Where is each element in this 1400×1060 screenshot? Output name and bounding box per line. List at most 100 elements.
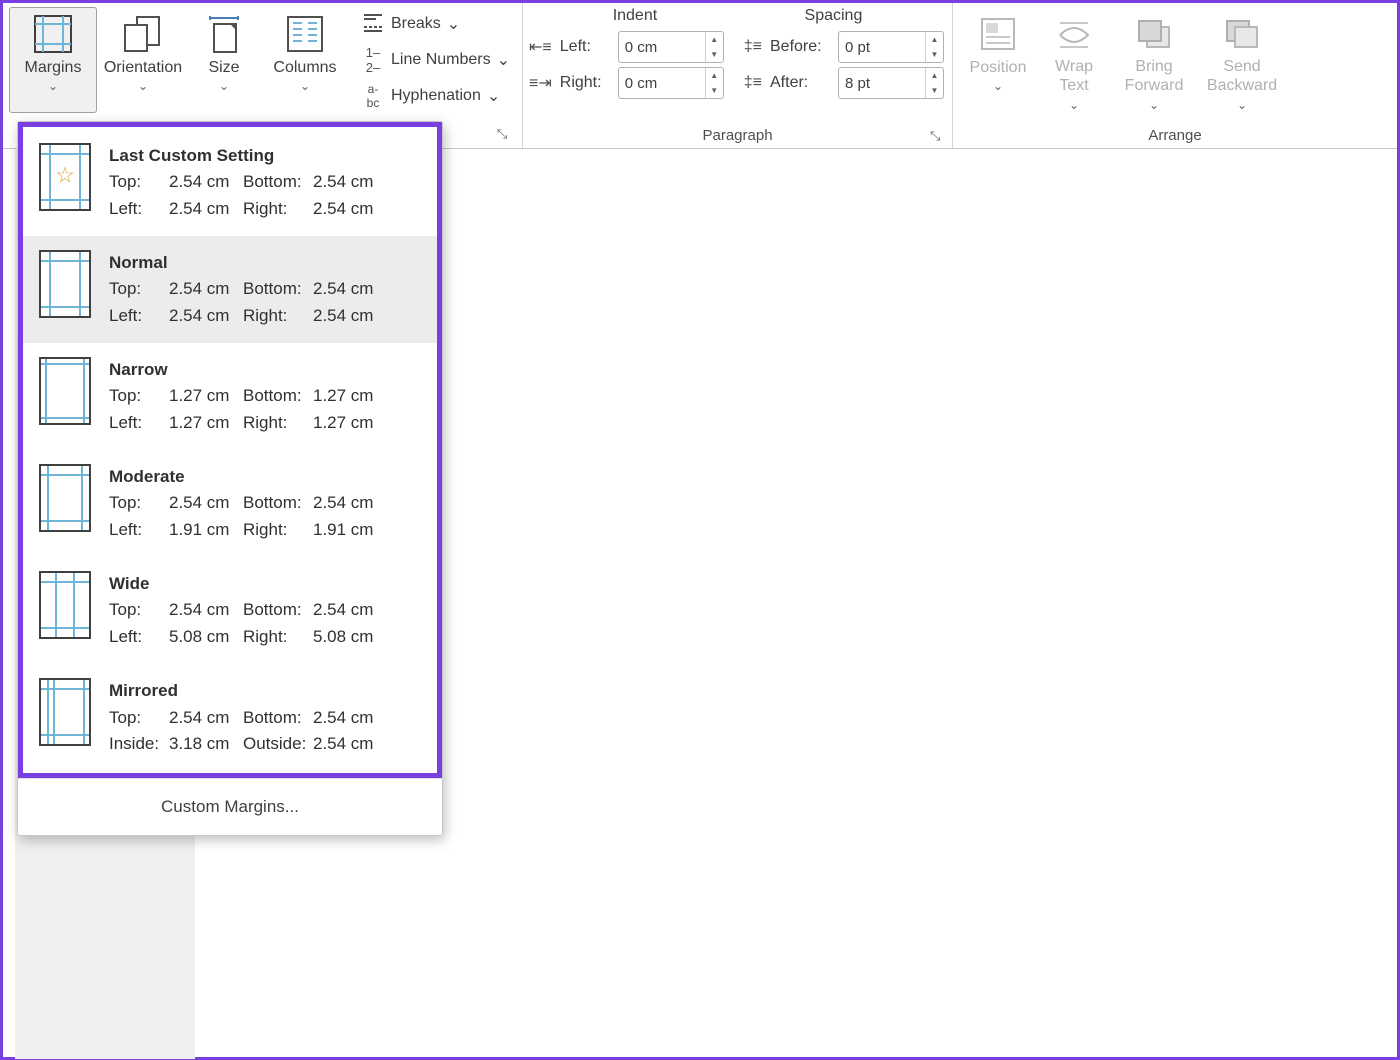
space-after-input[interactable] xyxy=(839,75,909,92)
spin-up-icon[interactable]: ▲ xyxy=(706,32,723,47)
chevron-down-icon: ⌄ xyxy=(300,79,310,93)
indent-header: Indent xyxy=(613,7,657,25)
margin-left-label: Inside: xyxy=(109,731,167,757)
breaks-button[interactable]: Breaks ⌄ xyxy=(355,7,516,41)
hyphenation-button[interactable]: a-bc Hyphenation ⌄ xyxy=(355,79,516,113)
margin-option-title: Wide xyxy=(109,571,421,597)
columns-button[interactable]: Columns ⌄ xyxy=(261,7,349,113)
margin-left-value: 3.18 cm xyxy=(169,731,241,757)
margin-option-title: Normal xyxy=(109,250,421,276)
custom-margins-item[interactable]: Custom Margins... xyxy=(18,778,442,835)
hyphenation-label: Hyphenation xyxy=(391,87,481,105)
margin-preset-icon xyxy=(39,143,91,211)
before-label: Before: xyxy=(770,38,830,56)
spin-up-icon[interactable]: ▲ xyxy=(926,68,943,83)
spin-down-icon[interactable]: ▼ xyxy=(706,83,723,98)
space-before-spinner[interactable]: ▲▼ xyxy=(838,31,944,63)
margin-bottom-label: Bottom: xyxy=(243,169,311,195)
margin-option-mirrored[interactable]: Mirrored Top:2.54 cmBottom:2.54 cm Insid… xyxy=(23,664,437,771)
size-button[interactable]: Size ⌄ xyxy=(189,7,259,113)
margin-right-value: 1.91 cm xyxy=(313,517,383,543)
margin-top-value: 2.54 cm xyxy=(169,705,241,731)
margin-option-normal[interactable]: Normal Top:2.54 cmBottom:2.54 cm Left:2.… xyxy=(23,236,437,343)
margins-dropdown: Last Custom Setting Top:2.54 cmBottom:2.… xyxy=(17,121,443,836)
indent-left-icon: ⇤≡ xyxy=(529,37,552,57)
margin-bottom-label: Bottom: xyxy=(243,490,311,516)
space-after-icon: ‡≡ xyxy=(744,74,762,92)
margins-icon xyxy=(23,14,83,54)
space-after-spinner[interactable]: ▲▼ xyxy=(838,67,944,99)
margin-left-value: 2.54 cm xyxy=(169,196,241,222)
wrap-text-icon xyxy=(1044,14,1104,53)
position-icon xyxy=(968,14,1028,54)
orientation-label: Orientation xyxy=(104,58,182,77)
margin-preset-icon xyxy=(39,250,91,318)
margin-preset-icon xyxy=(39,678,91,746)
margin-bottom-label: Bottom: xyxy=(243,597,311,623)
columns-label: Columns xyxy=(273,58,336,77)
bring-forward-button[interactable]: Bring Forward ⌄ xyxy=(1111,7,1197,113)
indent-left-spinner[interactable]: ▲▼ xyxy=(618,31,724,63)
spin-up-icon[interactable]: ▲ xyxy=(706,68,723,83)
wrap-text-button[interactable]: Wrap Text ⌄ xyxy=(1039,7,1109,113)
margin-top-value: 2.54 cm xyxy=(169,169,241,195)
margin-option-title: Mirrored xyxy=(109,678,421,704)
margin-right-value: 1.27 cm xyxy=(313,410,383,436)
margin-top-value: 2.54 cm xyxy=(169,597,241,623)
line-numbers-label: Line Numbers xyxy=(391,51,491,69)
margin-option-narrow[interactable]: Narrow Top:1.27 cmBottom:1.27 cm Left:1.… xyxy=(23,343,437,450)
spin-down-icon[interactable]: ▼ xyxy=(926,47,943,62)
indent-right-spinner[interactable]: ▲▼ xyxy=(618,67,724,99)
dialog-launcher-icon[interactable]: ⤡ xyxy=(494,126,510,142)
columns-icon xyxy=(275,14,335,54)
chevron-down-icon: ⌄ xyxy=(447,14,460,34)
left-label: Left: xyxy=(560,38,610,56)
margin-bottom-label: Bottom: xyxy=(243,705,311,731)
group-arrange: Position ⌄ Wrap Text ⌄ Bring Forward ⌄ xyxy=(953,3,1397,148)
margin-left-label: Left: xyxy=(109,517,167,543)
spin-down-icon[interactable]: ▼ xyxy=(926,83,943,98)
margins-button[interactable]: Margins ⌄ xyxy=(9,7,97,113)
space-before-icon: ‡≡ xyxy=(744,38,762,56)
chevron-down-icon: ⌄ xyxy=(48,79,58,93)
spin-down-icon[interactable]: ▼ xyxy=(706,47,723,62)
margin-right-value: 2.54 cm xyxy=(313,196,383,222)
chevron-down-icon: ⌄ xyxy=(219,79,229,93)
margin-option-moderate[interactable]: Moderate Top:2.54 cmBottom:2.54 cm Left:… xyxy=(23,450,437,557)
margin-right-label: Right: xyxy=(243,624,311,650)
margin-left-label: Left: xyxy=(109,410,167,436)
margin-right-label: Right: xyxy=(243,303,311,329)
chevron-down-icon: ⌄ xyxy=(993,79,1003,93)
margin-right-value: 2.54 cm xyxy=(313,731,383,757)
breaks-icon xyxy=(361,11,385,38)
spin-up-icon[interactable]: ▲ xyxy=(926,32,943,47)
indent-left-input[interactable] xyxy=(619,39,689,56)
position-button[interactable]: Position ⌄ xyxy=(959,7,1037,113)
spacing-header: Spacing xyxy=(805,7,863,25)
margin-left-value: 1.27 cm xyxy=(169,410,241,436)
orientation-button[interactable]: Orientation ⌄ xyxy=(99,7,187,113)
chevron-down-icon: ⌄ xyxy=(138,79,148,93)
space-before-input[interactable] xyxy=(839,39,909,56)
group-paragraph: Indent Spacing ⇤≡ Left: ▲▼ ‡≡ Before: ▲▼… xyxy=(523,3,953,148)
send-backward-label: Send Backward xyxy=(1200,57,1284,95)
position-label: Position xyxy=(970,58,1027,77)
bring-forward-label: Bring Forward xyxy=(1112,57,1196,95)
orientation-icon xyxy=(113,14,173,54)
margin-option-wide[interactable]: Wide Top:2.54 cmBottom:2.54 cm Left:5.08… xyxy=(23,557,437,664)
margin-preset-icon xyxy=(39,357,91,425)
indent-right-input[interactable] xyxy=(619,75,689,92)
indent-right-icon: ≡⇥ xyxy=(529,73,552,93)
margin-preset-icon xyxy=(39,464,91,532)
margin-left-value: 5.08 cm xyxy=(169,624,241,650)
margin-left-value: 1.91 cm xyxy=(169,517,241,543)
line-numbers-button[interactable]: 1–2– Line Numbers ⌄ xyxy=(355,43,516,77)
margin-right-label: Outside: xyxy=(243,731,311,757)
chevron-down-icon: ⌄ xyxy=(497,50,510,70)
margin-option-title: Moderate xyxy=(109,464,421,490)
dialog-launcher-icon[interactable]: ⤡ xyxy=(930,128,946,144)
size-label: Size xyxy=(208,58,239,77)
send-backward-button[interactable]: Send Backward ⌄ xyxy=(1199,7,1285,113)
margin-option-last-custom-setting[interactable]: Last Custom Setting Top:2.54 cmBottom:2.… xyxy=(23,129,437,236)
size-icon xyxy=(194,14,254,54)
